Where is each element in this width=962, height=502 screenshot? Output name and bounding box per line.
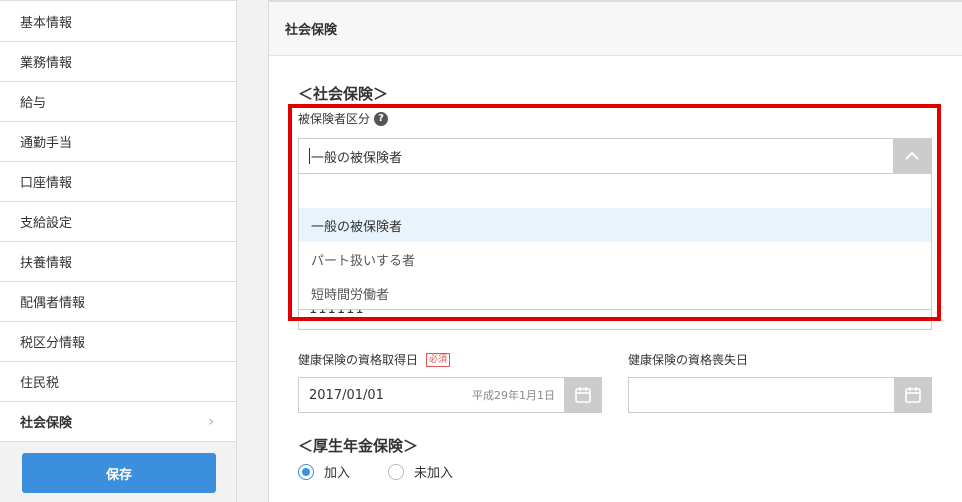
health-loss-label: 健康保険の資格喪失日 [628,353,749,367]
sidebar-item-bank[interactable]: 口座情報 [0,162,236,202]
sidebar-item-social-insurance[interactable]: 社会保険 › [0,402,236,442]
dropdown-option-short-time[interactable]: 短時間労働者 [299,276,931,310]
health-acquire-era: 平成29年1月1日 [472,389,555,402]
sidebar-item-label: 配偶者情報 [20,296,86,311]
text-cursor [309,148,310,164]
required-badge: 必須 [426,352,451,367]
sidebar-item-label: 通勤手当 [20,136,73,151]
sidebar-item-label: 税区分情報 [20,336,86,351]
calendar-icon[interactable] [564,378,601,412]
sidebar-item-salary[interactable]: 給与 [0,82,236,122]
health-acquire-label: 健康保険の資格取得日 必須 [298,351,451,368]
sidebar-item-tax-category[interactable]: 税区分情報 [0,322,236,362]
dropdown-empty-option[interactable] [299,174,931,208]
health-loss-date-input[interactable] [628,377,932,413]
insured-category-label: 被保険者区分 ? [298,110,389,127]
help-icon[interactable]: ? [374,111,389,126]
sidebar-item-resident-tax[interactable]: 住民税 [0,362,236,402]
sidebar-item-label: 社会保険 [20,416,73,431]
radio-join[interactable] [298,463,314,480]
health-acquire-date-input[interactable]: 2017/01/01 平成29年1月1日 [298,377,602,413]
pension-section-title: ＜厚生年金保険＞ [298,437,419,455]
sidebar-item-label: 基本情報 [20,15,73,31]
pension-radio-group: 加入 未加入 [298,462,453,481]
sidebar: 基本情報 業務情報 給与 通勤手当 口座情報 支給設定 扶養情報 配偶者情報 税… [0,0,237,502]
insured-category-dropdown: 一般の被保険者 パート扱いする者 短時間労働者 [298,174,932,310]
sidebar-item-label: 支給設定 [20,216,73,231]
panel-title: 社会保険 [269,2,962,56]
social-insurance-section-title: ＜社会保険＞ [298,85,389,103]
radio-not-join-label: 未加入 [414,466,454,481]
sidebar-item-label: 住民税 [20,376,60,391]
dropdown-option-general[interactable]: 一般の被保険者 [299,208,931,242]
health-acquire-label-text: 健康保険の資格取得日 [298,353,419,367]
sidebar-item-dependents[interactable]: 扶養情報 [0,242,236,282]
chevron-up-icon[interactable] [893,139,931,173]
insured-category-label-text: 被保険者区分 [298,112,371,126]
sidebar-item-label: 口座情報 [20,176,73,191]
sidebar-item-basic-info[interactable]: 基本情報 [0,0,236,42]
calendar-icon[interactable] [894,378,931,412]
health-acquire-date-value: 2017/01/01 [309,387,384,403]
sidebar-item-payment-settings[interactable]: 支給設定 [0,202,236,242]
radio-not-join[interactable] [388,463,405,480]
insured-category-select[interactable]: 一般の被保険者 [298,138,932,174]
radio-join-label: 加入 [324,466,351,481]
sidebar-item-work-info[interactable]: 業務情報 [0,42,236,82]
sidebar-item-label: 給与 [20,96,47,111]
dropdown-option-part-time[interactable]: パート扱いする者 [299,242,931,276]
sidebar-item-spouse[interactable]: 配偶者情報 [0,282,236,322]
sidebar-item-label: 業務情報 [20,56,73,71]
chevron-right-icon: › [208,413,214,430]
insured-category-selected-value: 一般の被保険者 [311,150,403,166]
sidebar-item-commute[interactable]: 通勤手当 [0,122,236,162]
sidebar-item-label: 扶養情報 [20,256,73,271]
save-button[interactable]: 保存 [22,453,216,493]
